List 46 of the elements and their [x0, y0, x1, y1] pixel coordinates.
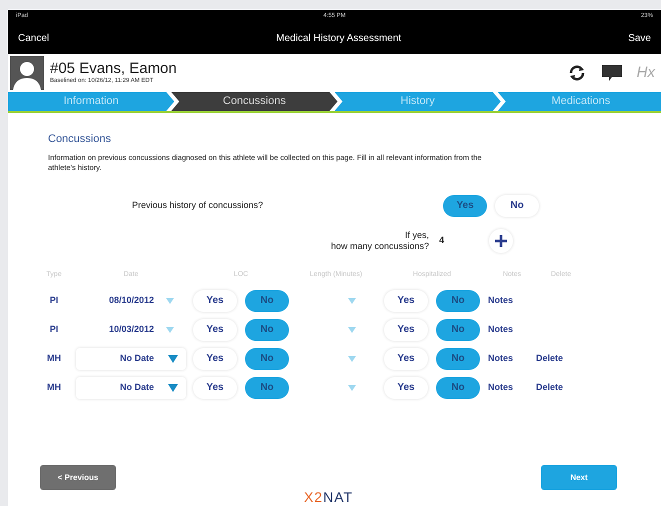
- notes-link[interactable]: Notes: [488, 352, 536, 366]
- chat-icon[interactable]: [600, 63, 623, 83]
- plus-icon: [495, 234, 508, 246]
- toggle-option[interactable]: Yes: [384, 318, 428, 340]
- caret-icon[interactable]: [166, 298, 174, 304]
- count-value: 4: [439, 234, 446, 247]
- toggle-option[interactable]: Yes: [193, 318, 237, 340]
- toggle-option[interactable]: Yes: [384, 376, 428, 398]
- caret-icon[interactable]: [348, 384, 356, 390]
- table-cell-text: 08/10/2012: [108, 294, 154, 307]
- table-cell-text: MH: [46, 380, 62, 394]
- cancel-button[interactable]: Cancel: [18, 30, 50, 46]
- table-cell-text: 10/03/2012: [108, 322, 154, 336]
- caret-icon[interactable]: [348, 298, 356, 304]
- logo: X2NAT: [304, 490, 354, 504]
- toggle-option[interactable]: No: [495, 194, 540, 216]
- table-cell-text: PI: [48, 294, 60, 307]
- toggle-option[interactable]: Yes: [193, 348, 237, 370]
- toggle-option[interactable]: Yes: [193, 290, 237, 312]
- caret-icon[interactable]: [166, 326, 174, 332]
- notes-link[interactable]: Notes: [488, 294, 536, 308]
- caret-icon[interactable]: [348, 326, 356, 332]
- notes-link[interactable]: Notes: [488, 380, 536, 394]
- window-title: Medical History Assessment: [276, 32, 402, 46]
- notes-link[interactable]: Notes: [488, 322, 536, 336]
- add-button[interactable]: [489, 228, 514, 252]
- step-tab[interactable]: Concussions: [171, 92, 338, 111]
- caret-icon[interactable]: [348, 356, 356, 362]
- toggle-option[interactable]: Yes: [384, 348, 428, 370]
- toggle-option[interactable]: Yes: [193, 376, 237, 398]
- save-button[interactable]: Save: [628, 30, 651, 46]
- question-label: Previous history of concussions?: [132, 198, 264, 212]
- athlete-name: #05 Evans, Eamon: [50, 60, 177, 77]
- question-label: If yes,: [405, 230, 430, 240]
- caret-icon: [168, 354, 178, 362]
- date-dropdown[interactable]: No Date: [76, 376, 186, 398]
- table-cell-text: MH: [46, 352, 62, 365]
- delete-link[interactable]: Delete: [536, 380, 586, 394]
- question-label: how many concussions?: [331, 240, 430, 252]
- caret-icon: [168, 384, 178, 392]
- previous-button[interactable]: < Previous: [40, 465, 116, 490]
- date-dropdown[interactable]: No Date: [76, 348, 186, 370]
- delete-link[interactable]: Delete: [536, 352, 586, 366]
- table-cell-text: PI: [48, 322, 60, 336]
- section-title: Concussions: [48, 132, 112, 147]
- toggle-option[interactable]: Yes: [384, 290, 428, 312]
